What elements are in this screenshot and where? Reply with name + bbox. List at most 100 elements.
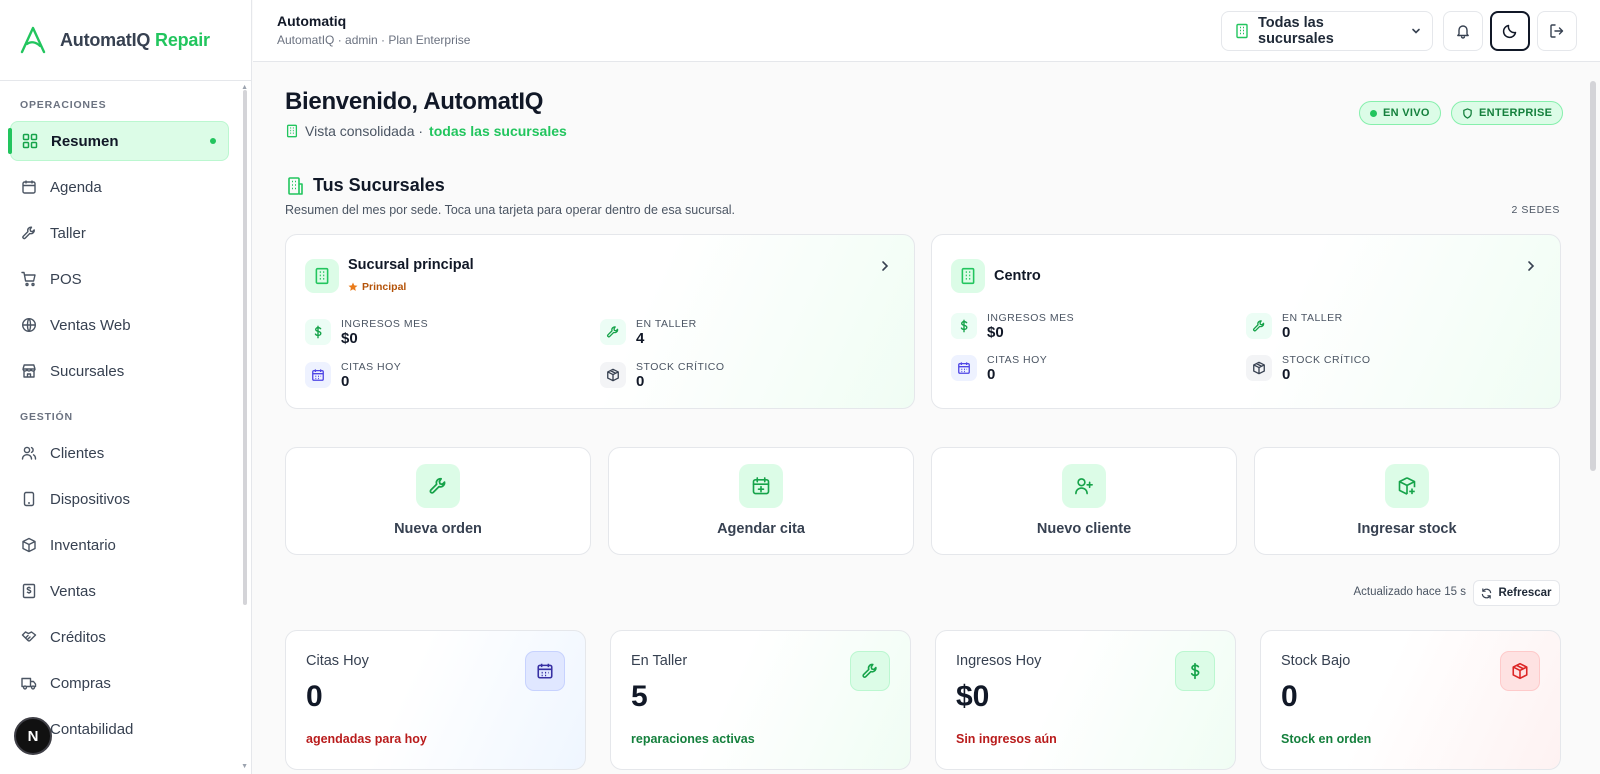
building-icon [305,259,339,293]
sidebar-item-label: Resumen [51,132,119,150]
live-badge-label: EN VIVO [1383,107,1430,119]
stat-card-en-taller[interactable]: En Taller 5 reparaciones activas [610,630,911,770]
sidebar-item-label: Dispositivos [50,490,131,508]
branch-select[interactable]: Todas las sucursales [1221,11,1433,51]
metric-label: CITAS HOY [987,354,1048,366]
sidebar-item-label: Contabilidad [50,720,134,738]
add-stock-button[interactable]: Ingresar stock [1254,447,1560,555]
wrench-icon [600,319,626,345]
logout-button[interactable] [1537,11,1577,51]
devtools-badge[interactable]: N [14,717,52,755]
refresh-label: Refrescar [1498,587,1552,599]
sidebar-scrollbar[interactable] [243,90,247,605]
brand-name: AutomatIQ Repair [60,29,210,50]
stat-note: reparaciones activas [631,732,755,746]
box-icon [21,537,37,553]
plan-badge: ENTERPRISE [1451,101,1564,125]
star-icon [348,282,358,292]
sidebar-item-ventas-web[interactable]: Ventas Web [10,305,229,345]
logout-icon [1549,23,1565,39]
last-updated: Actualizado hace 15 s [1353,586,1466,598]
calendar-plus-icon [739,464,783,508]
brand[interactable]: AutomatIQ Repair [0,0,251,81]
org-subtitle: AutomatIQ · admin · Plan Enterprise [277,33,471,47]
metric-value: 0 [636,373,645,390]
sidebar-item-ventas[interactable]: Ventas [10,571,229,611]
stat-title: Citas Hoy [306,653,369,669]
metric-value: 0 [341,373,350,390]
action-label: Nuevo cliente [1036,521,1132,537]
building-icon [1234,23,1250,39]
globe-icon [21,317,37,333]
bell-icon [1455,23,1471,39]
org-title: Automatiq [277,13,347,29]
schedule-appointment-button[interactable]: Agendar cita [608,447,914,555]
branches-count: 2 SEDES [1511,204,1560,216]
active-dot [210,138,216,144]
stat-note: Sin ingresos aún [956,732,1057,746]
phone-icon [21,491,37,507]
new-order-button[interactable]: Nueva orden [285,447,591,555]
new-client-button[interactable]: Nuevo cliente [931,447,1237,555]
metric-label: CITAS HOY [341,361,402,373]
sidebar-item-creditos[interactable]: Créditos [10,617,229,657]
metric-citas-hoy: CITAS HOY 0 [951,354,1231,388]
dashboard-icon [22,133,38,149]
stat-card-stock-bajo[interactable]: Stock Bajo 0 Stock en orden [1260,630,1561,770]
package-icon [1500,651,1540,691]
theme-toggle-button[interactable] [1490,11,1530,51]
live-badge: EN VIVO [1359,101,1441,125]
wrench-icon [850,651,890,691]
sidebar-item-label: Créditos [50,628,106,646]
metric-ingresos-mes: INGRESOS MES $0 [305,318,585,352]
page-title: Bienvenido, AutomatIQ [285,88,544,115]
nav-section-gestion: GESTIÓN [20,411,73,423]
notifications-button[interactable] [1443,11,1483,51]
building-icon [951,259,985,293]
stat-value: 5 [631,680,648,713]
metric-citas-hoy: CITAS HOY 0 [305,361,585,395]
stat-card-ingresos-hoy[interactable]: Ingresos Hoy $0 Sin ingresos aún [935,630,1236,770]
buildings-icon [285,176,305,196]
metric-label: EN TALLER [636,318,697,330]
handshake-icon [21,629,37,645]
sidebar-item-clientes[interactable]: Clientes [10,433,229,473]
sidebar-item-taller[interactable]: Taller [10,213,229,253]
sidebar-item-resumen[interactable]: Resumen [8,121,229,161]
package-plus-icon [1385,464,1429,508]
branch-card-centro[interactable]: Centro INGRESOS MES $0 EN TALLER 0 CITAS… [931,234,1561,409]
sidebar-item-compras[interactable]: Compras [10,663,229,703]
wrench-icon [21,225,37,241]
welcome-subtitle-text: Vista consolidada · [305,123,424,139]
main-scrollbar[interactable] [1590,81,1596,471]
dollar-icon [305,319,331,345]
metric-label: INGRESOS MES [987,312,1075,324]
metric-label: STOCK CRÍTICO [1282,354,1371,366]
store-icon [21,363,37,379]
action-label: Nueva orden [394,521,482,537]
sidebar-item-agenda[interactable]: Agenda [10,167,229,207]
sidebar: AutomatIQ Repair OPERACIONES Resumen Age… [0,0,252,774]
sidebar-item-pos[interactable]: POS [10,259,229,299]
users-icon [21,445,37,461]
sidebar-item-inventario[interactable]: Inventario [10,525,229,565]
branch-card-principal[interactable]: Sucursal principal Principal INGRESOS ME… [285,234,915,409]
sidebar-item-dispositivos[interactable]: Dispositivos [10,479,229,519]
stat-card-citas-hoy[interactable]: Citas Hoy 0 agendadas para hoy [285,630,586,770]
calendar-icon [525,651,565,691]
sidebar-item-sucursales[interactable]: Sucursales [10,351,229,391]
metric-value: 4 [636,330,645,347]
building-icon [285,124,299,138]
dollar-icon [951,313,977,339]
scroll-down-icon[interactable]: ▼ [241,763,248,770]
sidebar-item-label: Agenda [50,178,102,196]
metric-value: 0 [987,366,996,383]
automatiq-logo-icon [18,25,48,55]
sidebar-item-label: Sucursales [50,362,125,380]
sidebar-item-label: Ventas Web [50,316,131,334]
refresh-button[interactable]: Refrescar [1473,580,1560,606]
branches-title-text: Tus Sucursales [313,175,445,195]
metric-label: EN TALLER [1282,312,1343,324]
stat-title: Stock Bajo [1281,653,1351,669]
chevron-down-icon [1410,25,1422,37]
